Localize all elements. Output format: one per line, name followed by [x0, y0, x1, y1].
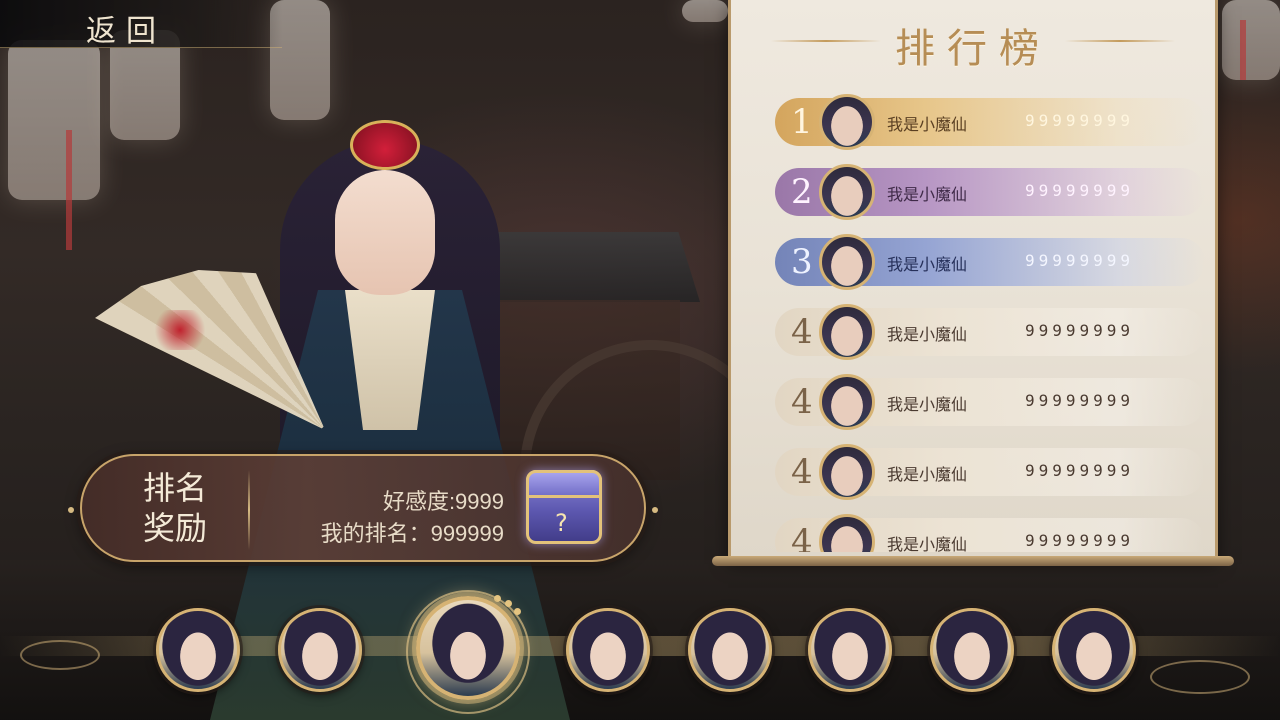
player-name: 我是小魔仙 — [887, 325, 968, 344]
rank-number: 3 — [791, 242, 813, 282]
character-portrait-button[interactable] — [278, 608, 362, 692]
tassel-decoration — [66, 130, 72, 250]
character-portrait-button[interactable] — [566, 608, 650, 692]
rank-number: 4 — [791, 382, 813, 422]
affection-value: 好感度:9999 — [382, 489, 504, 514]
tassel-decoration — [1240, 20, 1246, 80]
player-avatar — [819, 234, 875, 290]
player-score: 99999999 — [1025, 111, 1135, 130]
leaderboard-row[interactable]: 4 我是小魔仙 99999999 — [775, 304, 1205, 360]
reward-title[interactable]: 排名 奖励 — [130, 468, 220, 548]
player-avatar — [819, 374, 875, 430]
rank-number: 2 — [791, 172, 813, 212]
character-portrait-button[interactable] — [688, 608, 772, 692]
rank-number: 1 — [791, 102, 813, 142]
treasure-chest-icon[interactable]: ? — [526, 470, 602, 544]
selection-dot — [494, 595, 501, 602]
character-portrait-button[interactable] — [808, 608, 892, 692]
my-rank-value: 我的排名：999999 — [320, 521, 504, 546]
player-avatar — [819, 304, 875, 360]
player-avatar — [819, 164, 875, 220]
character-portrait-button[interactable] — [930, 608, 1014, 692]
player-score: 99999999 — [1025, 531, 1135, 550]
player-avatar — [819, 514, 875, 552]
reward-title-line: 排名 — [142, 469, 207, 507]
player-score: 99999999 — [1025, 461, 1135, 480]
chest-lid — [526, 470, 602, 498]
leaderboard-row[interactable]: 4 我是小魔仙 99999999 — [775, 514, 1205, 552]
player-name: 我是小魔仙 — [887, 535, 968, 552]
rank-number: 4 — [791, 452, 813, 492]
panel-ornament-dot — [68, 507, 74, 513]
lantern-decoration — [682, 0, 728, 22]
hair-ornament — [350, 120, 420, 170]
rank-number: 4 — [791, 312, 813, 352]
back-bar: 返回 — [0, 0, 282, 50]
leaderboard-title: 排行榜 — [895, 26, 1051, 72]
fan-flower-pattern — [150, 310, 210, 350]
divider — [248, 470, 250, 550]
back-button[interactable]: 返回 — [86, 6, 166, 50]
character-portrait-button-selected[interactable] — [416, 596, 520, 700]
character-face — [335, 170, 435, 295]
player-name: 我是小魔仙 — [887, 185, 968, 204]
lantern-decoration — [8, 40, 100, 200]
leaderboard-row[interactable]: 3 我是小魔仙 99999999 — [775, 234, 1205, 290]
character-portrait-button[interactable] — [156, 608, 240, 692]
scroll-rod — [712, 556, 1234, 566]
player-score: 99999999 — [1025, 181, 1135, 200]
cloud-ornament — [1150, 660, 1250, 694]
leaderboard-row[interactable]: 4 我是小魔仙 99999999 — [775, 374, 1205, 430]
leaderboard-row[interactable]: 4 我是小魔仙 99999999 — [775, 444, 1205, 500]
player-score: 99999999 — [1025, 391, 1135, 410]
leaderboard-list[interactable]: 1 我是小魔仙 99999999 2 我是小魔仙 99999999 3 我是小魔… — [775, 84, 1215, 552]
selection-dot — [505, 600, 512, 607]
leaderboard-row[interactable]: 2 我是小魔仙 99999999 — [775, 164, 1205, 220]
rank-number: 4 — [791, 522, 813, 552]
player-name: 我是小魔仙 — [887, 255, 968, 274]
leaderboard-row[interactable]: 1 我是小魔仙 99999999 — [775, 94, 1205, 150]
player-score: 99999999 — [1025, 251, 1135, 270]
player-name: 我是小魔仙 — [887, 115, 968, 134]
lantern-decoration — [1222, 0, 1280, 80]
player-name: 我是小魔仙 — [887, 395, 968, 414]
question-mark-icon: ? — [555, 509, 568, 537]
selection-dot — [514, 608, 521, 615]
panel-ornament-dot — [652, 507, 658, 513]
leaderboard-panel: 排行榜 1 我是小魔仙 99999999 2 我是小魔仙 99999999 3 … — [728, 0, 1218, 558]
reward-title-line: 奖励 — [142, 509, 207, 547]
ranking-reward-panel: 排名 奖励 好感度:9999 我的排名：999999 ? — [68, 454, 658, 562]
player-avatar — [819, 94, 875, 150]
player-name: 我是小魔仙 — [887, 465, 968, 484]
player-score: 99999999 — [1025, 321, 1135, 340]
player-avatar — [819, 444, 875, 500]
character-portrait-button[interactable] — [1052, 608, 1136, 692]
